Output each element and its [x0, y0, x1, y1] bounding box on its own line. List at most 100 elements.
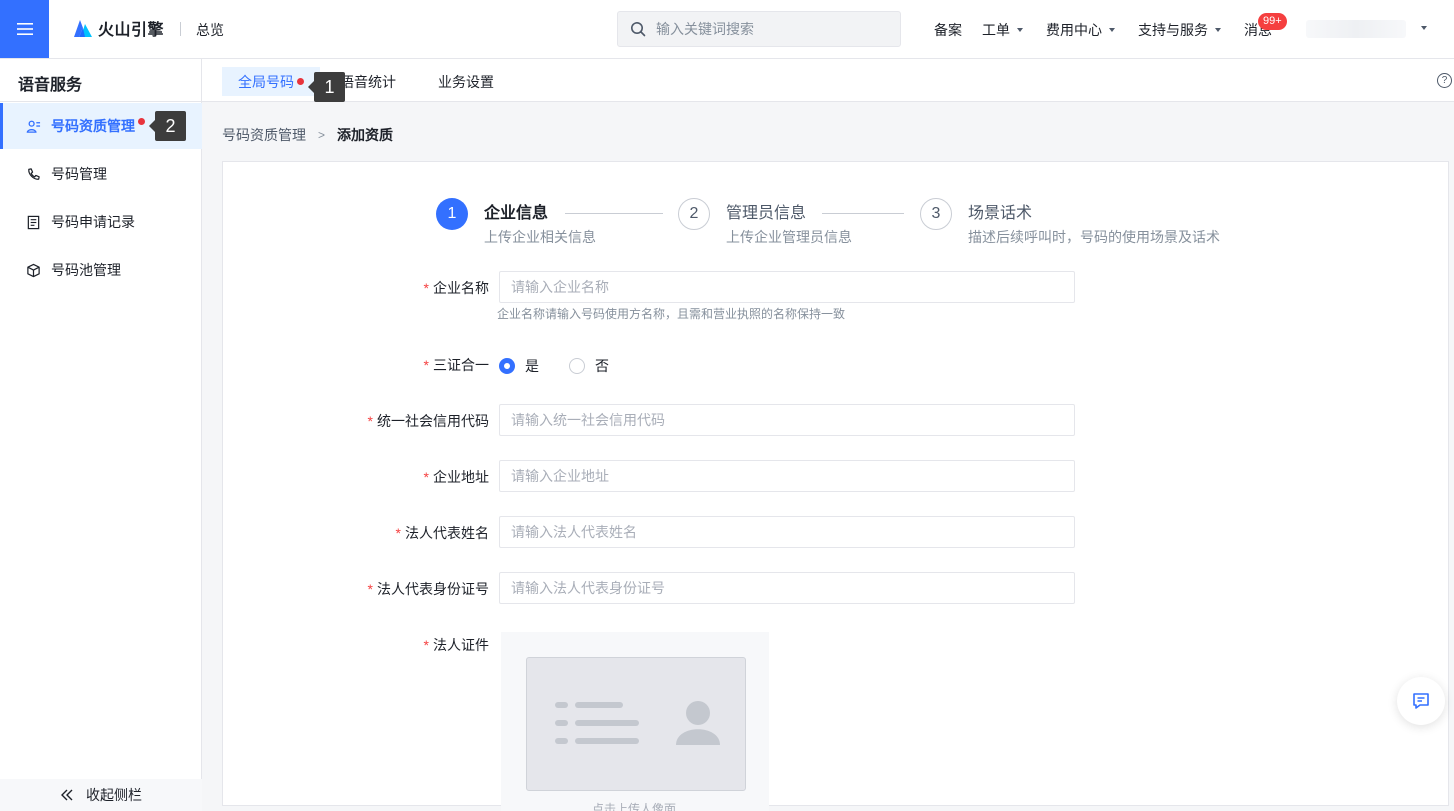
tab-business-settings[interactable]: 业务设置 [438, 67, 494, 96]
caret-down-icon [1109, 28, 1115, 32]
nav-ticket-label: 工单 [982, 22, 1010, 38]
placeholder: 请输入法人代表身份证号 [511, 580, 665, 596]
breadcrumb: 号码资质管理 > 添加资质 [222, 125, 393, 145]
step-title: 企业信息 [484, 205, 549, 222]
step-number: 2 [678, 198, 710, 230]
annotation-marker: 1 [308, 72, 345, 102]
collapse-label: 收起侧栏 [86, 787, 142, 803]
tab-global-number[interactable]: 全局号码 [222, 67, 320, 96]
caret-down-icon [1017, 28, 1023, 32]
menu-hamburger-button[interactable] [0, 0, 49, 58]
address-label: * 企业地址 [423, 469, 489, 485]
notification-dot [138, 117, 145, 125]
legal-name-label: * 法人代表姓名 [395, 525, 489, 541]
sidebar-item-label: 号码申请记录 [51, 214, 135, 230]
brand-name: 火山引擎 [98, 22, 165, 39]
sidebar-item-number-pool[interactable]: 号码池管理 [0, 247, 202, 293]
divider [180, 22, 181, 36]
top-navbar: 火山引擎 总览 输入关键词搜索 备案 工单 费用中心 支持与服务 消息 99+ [0, 0, 1454, 59]
sidebar-item-application-records[interactable]: 号码申请记录 [0, 199, 202, 245]
sidebar-item-label: 号码池管理 [51, 262, 121, 278]
radio-label: 是 [525, 358, 539, 374]
step-connector [822, 213, 904, 214]
tab-label: 语音统计 [340, 73, 396, 90]
global-search-input[interactable]: 输入关键词搜索 [617, 11, 901, 47]
hamburger-icon [16, 23, 33, 35]
nav-billing-label: 费用中心 [1046, 22, 1102, 38]
nav-beian-label: 备案 [934, 22, 962, 38]
brand-logo[interactable]: 火山引擎 [72, 16, 164, 40]
caret-down-icon [1215, 28, 1221, 32]
nav-support-label: 支持与服务 [1138, 22, 1208, 38]
user-card-icon [26, 120, 41, 133]
upload-hint: 点击上传人像面 [592, 802, 677, 811]
product-tab-bar: 全局号码 语音统计 业务设置 ? [202, 59, 1454, 102]
search-placeholder: 输入关键词搜索 [656, 21, 754, 37]
user-account-menu[interactable] [1306, 20, 1406, 38]
step-number: 1 [436, 198, 468, 230]
company-name-hint: 企业名称请输入号码使用方名称，且需和营业执照的名称保持一致 [497, 307, 846, 321]
service-title: 语音服务 [18, 77, 83, 94]
id-card-placeholder-icon [526, 657, 746, 791]
breadcrumb-current: 添加资质 [337, 127, 394, 143]
step-title: 管理员信息 [726, 205, 807, 222]
step-1: 1 企业信息 上传企业相关信息 [436, 198, 596, 247]
cube-icon [27, 263, 40, 277]
tab-label: 业务设置 [438, 73, 494, 90]
sidebar: 语音服务 号码资质管理 号码管理 号码申请记录 号码池管理 收起侧栏 [0, 59, 202, 811]
radio-checked-icon [499, 358, 515, 374]
placeholder: 请输入企业地址 [511, 468, 609, 484]
address-input[interactable]: 请输入企业地址 [499, 460, 1075, 492]
nav-billing[interactable]: 费用中心 [1046, 20, 1115, 40]
step-3: 3 场景话术 描述后续呼叫时，号码的使用场景及话术 [920, 198, 1220, 247]
chat-icon [1413, 693, 1429, 709]
nav-beian[interactable]: 备案 [934, 20, 962, 40]
nav-ticket[interactable]: 工单 [982, 20, 1023, 40]
legal-id-label: * 法人代表身份证号 [367, 581, 489, 597]
placeholder: 请输入法人代表姓名 [511, 524, 637, 540]
double-chevron-left-icon [61, 789, 73, 801]
tab-label: 全局号码 [238, 73, 294, 90]
company-name-input[interactable]: 请输入企业名称 [499, 271, 1075, 303]
caret-down-icon[interactable] [1421, 26, 1427, 30]
sidebar-item-label: 号码资质管理 [51, 118, 135, 134]
notification-dot [297, 78, 304, 85]
radio-yes[interactable]: 是 [499, 356, 539, 376]
step-connector [565, 213, 663, 214]
radio-unchecked-icon [569, 358, 585, 374]
annotation-marker: 2 [149, 111, 186, 141]
sidebar-item-label: 号码管理 [51, 166, 107, 182]
credit-code-label: * 统一社会信用代码 [367, 413, 489, 429]
placeholder: 请输入企业名称 [511, 279, 609, 295]
search-icon [631, 22, 646, 37]
step-2: 2 管理员信息 上传企业管理员信息 [678, 198, 852, 247]
volcano-logo-icon [74, 20, 92, 37]
step-desc: 上传企业管理员信息 [726, 229, 852, 245]
phone-icon [28, 167, 40, 180]
chat-support-button[interactable] [1397, 677, 1445, 725]
radio-label: 否 [595, 358, 609, 374]
step-number: 3 [920, 198, 952, 230]
help-icon[interactable]: ? [1437, 73, 1452, 88]
company-name-label: * 企业名称 [423, 280, 489, 296]
divider [0, 101, 202, 102]
document-icon [27, 215, 40, 229]
chevron-right-icon: > [318, 128, 326, 142]
nav-support[interactable]: 支持与服务 [1138, 20, 1221, 40]
sidebar-item-number-management[interactable]: 号码管理 [0, 151, 202, 197]
message-count-badge: 99+ [1258, 13, 1287, 30]
tab-voice-stats[interactable]: 语音统计 [340, 67, 396, 96]
legal-id-input[interactable]: 请输入法人代表身份证号 [499, 572, 1075, 604]
breadcrumb-parent[interactable]: 号码资质管理 [222, 125, 306, 145]
legal-cert-label: * 法人证件 [423, 637, 489, 653]
three-in-one-label: * 三证合一 [423, 357, 489, 373]
step-title: 场景话术 [968, 205, 1033, 222]
collapse-sidebar-button[interactable]: 收起侧栏 [0, 779, 202, 811]
overview-link[interactable]: 总览 [196, 20, 224, 40]
legal-name-input[interactable]: 请输入法人代表姓名 [499, 516, 1075, 548]
step-desc: 描述后续呼叫时，号码的使用场景及话术 [968, 229, 1220, 245]
placeholder: 请输入统一社会信用代码 [511, 412, 665, 428]
radio-no[interactable]: 否 [569, 356, 609, 376]
step-desc: 上传企业相关信息 [484, 229, 596, 245]
credit-code-input[interactable]: 请输入统一社会信用代码 [499, 404, 1075, 436]
